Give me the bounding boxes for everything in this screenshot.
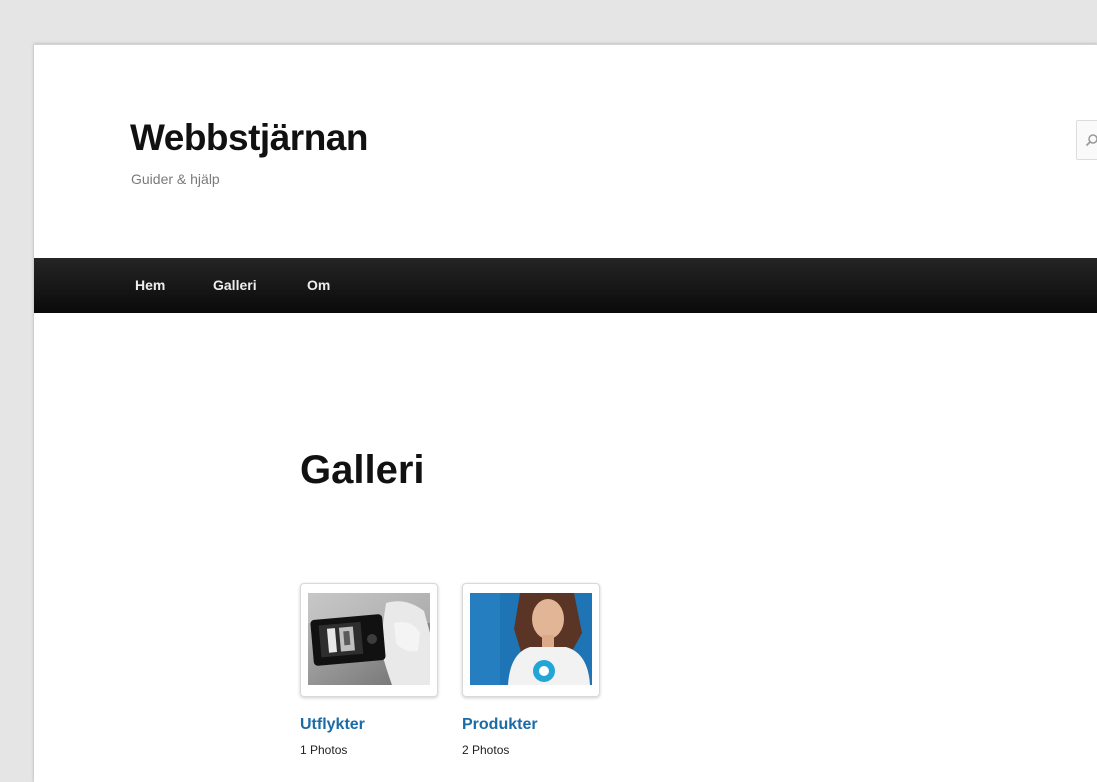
album-photo-count: 1 Photos <box>300 743 348 757</box>
woman-with-logo-photo <box>470 593 592 685</box>
album-thumbnail-utflykter[interactable] <box>300 583 438 697</box>
phone-camera-photo <box>308 593 430 685</box>
search-input[interactable] <box>1076 120 1097 160</box>
nav-item-galleri[interactable]: Galleri <box>213 258 257 313</box>
page-title: Galleri <box>300 448 425 492</box>
search-icon <box>1085 134 1097 147</box>
album-title-utflykter[interactable]: Utflykter <box>300 716 440 734</box>
nav-item-om[interactable]: Om <box>307 258 330 313</box>
site-title[interactable]: Webbstjärnan <box>130 117 368 159</box>
page: Webbstjärnan Guider & hjälp Hem Galleri … <box>34 44 1097 782</box>
album-title-produkter[interactable]: Produkter <box>462 716 602 734</box>
site-description: Guider & hjälp <box>131 171 220 187</box>
album-thumbnail-produkter[interactable] <box>462 583 600 697</box>
album-card: Produkter 2 Photos <box>462 583 602 757</box>
album-photo-count: 2 Photos <box>462 743 510 757</box>
main-navigation: Hem Galleri Om <box>34 258 1097 313</box>
album-card: Utflykter 1 Photos <box>300 583 440 757</box>
nav-item-hem[interactable]: Hem <box>135 258 165 313</box>
